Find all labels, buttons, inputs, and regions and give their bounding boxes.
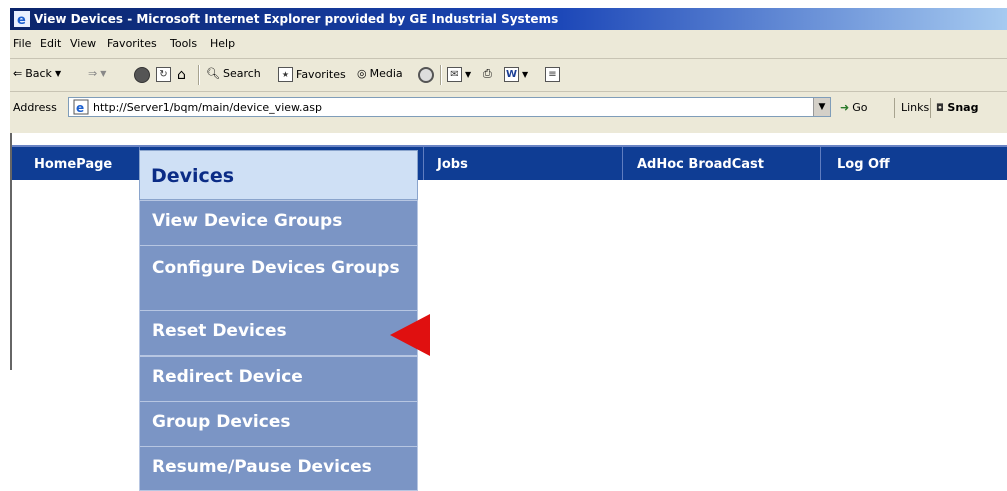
home-icon: ⌂ xyxy=(177,67,186,83)
print-icon: ⎙ xyxy=(483,67,492,80)
forward-button[interactable]: ⇒ ▼ xyxy=(88,67,106,80)
mail-button[interactable]: ✉ ▼ xyxy=(447,67,471,82)
snagit-icon: ◘ xyxy=(936,103,944,114)
address-input[interactable]: e http://Server1/bqm/main/device_view.as… xyxy=(68,97,831,117)
nav-log-off[interactable]: Log Off xyxy=(837,157,890,172)
stop-icon xyxy=(134,67,150,83)
search-label: Search xyxy=(222,67,261,80)
address-separator xyxy=(894,98,895,118)
mail-icon: ✉ xyxy=(447,67,462,82)
media-button[interactable]: ◎ Media xyxy=(357,67,403,80)
print-button[interactable]: ⎙ xyxy=(483,67,492,81)
red-pointer-arrow-icon xyxy=(390,314,430,356)
menu-help[interactable]: Help xyxy=(210,37,235,50)
links-button[interactable]: Links xyxy=(901,101,929,114)
go-label: Go xyxy=(852,101,868,114)
word-icon: W xyxy=(504,67,519,82)
svg-text:e: e xyxy=(76,101,84,115)
forward-dropdown-icon: ▼ xyxy=(100,69,107,78)
address-url: http://Server1/bqm/main/device_view.asp xyxy=(93,101,322,114)
toolbar-separator xyxy=(440,65,442,85)
favorites-button[interactable]: ★ Favorites xyxy=(278,67,346,82)
internet-explorer-icon: e xyxy=(14,11,30,27)
refresh-button[interactable]: ↻ xyxy=(156,67,171,82)
menu-bar: File Edit View Favorites Tools Help xyxy=(10,30,1007,59)
nav-divider xyxy=(423,147,424,180)
menu-item-view-device-groups[interactable]: View Device Groups xyxy=(139,200,418,246)
menu-item-group-devices[interactable]: Group Devices xyxy=(139,401,418,447)
favorites-label: Favorites xyxy=(296,68,346,81)
media-label: Media xyxy=(369,67,403,80)
menu-view[interactable]: View xyxy=(70,37,96,50)
history-button[interactable] xyxy=(418,67,434,83)
go-button[interactable]: ➜ Go xyxy=(840,101,867,114)
edit-word-button[interactable]: W ▼ xyxy=(504,67,528,82)
nav-jobs[interactable]: Jobs xyxy=(437,157,468,172)
menu-item-redirect-device[interactable]: Redirect Device xyxy=(139,356,418,402)
media-icon: ◎ xyxy=(357,67,367,80)
nav-homepage[interactable]: HomePage xyxy=(34,157,112,172)
snagit-button[interactable]: ◘ Snag xyxy=(936,101,978,114)
browser-chrome: File Edit View Favorites Tools Help ⇐ Ba… xyxy=(10,30,1007,133)
window-title: View Devices - Microsoft Internet Explor… xyxy=(34,12,559,26)
menu-tools[interactable]: Tools xyxy=(170,37,197,50)
nav-divider xyxy=(622,147,623,180)
favorites-icon: ★ xyxy=(278,67,293,82)
menu-item-reset-devices[interactable]: Reset Devices xyxy=(139,310,418,356)
svg-text:e: e xyxy=(17,13,26,27)
page-icon: e xyxy=(73,99,89,115)
go-arrow-icon: ➜ xyxy=(840,101,850,114)
menu-favorites[interactable]: Favorites xyxy=(107,37,157,50)
back-arrow-icon: ⇐ xyxy=(13,67,23,80)
menu-item-resume-pause-devices[interactable]: Resume/Pause Devices xyxy=(139,446,418,491)
menu-item-configure-devices-groups[interactable]: Configure Devices Groups xyxy=(139,245,418,311)
toolbar: ⇐ Back ▼ ⇒ ▼ ↻ ⌂ 🔍︎ Search ★ Favorites ◎… xyxy=(10,59,1007,92)
discuss-button[interactable]: ≡ xyxy=(545,67,560,82)
search-button[interactable]: 🔍︎ Search xyxy=(206,67,261,80)
snagit-label: Snag xyxy=(947,101,979,114)
back-dropdown-icon[interactable]: ▼ xyxy=(55,69,61,78)
toolbar-separator xyxy=(198,65,200,85)
menu-edit[interactable]: Edit xyxy=(40,37,61,50)
stop-button[interactable] xyxy=(134,67,150,83)
edit-dropdown-icon: ▼ xyxy=(522,70,529,79)
mail-dropdown-icon: ▼ xyxy=(465,70,472,79)
discuss-icon: ≡ xyxy=(545,67,560,82)
back-label: Back xyxy=(25,67,52,80)
window-title-bar: e View Devices - Microsoft Internet Expl… xyxy=(10,8,1007,30)
address-separator xyxy=(930,98,931,118)
nav-adhoc-broadcast[interactable]: AdHoc BroadCast xyxy=(637,157,764,172)
address-bar: Address e http://Server1/bqm/main/device… xyxy=(10,92,1007,122)
forward-arrow-icon: ⇒ xyxy=(88,67,98,80)
nav-divider xyxy=(820,147,821,180)
refresh-icon: ↻ xyxy=(156,67,171,82)
nav-devices[interactable]: Devices xyxy=(139,150,418,200)
history-icon xyxy=(418,67,434,83)
back-button[interactable]: ⇐ Back ▼ xyxy=(13,67,61,80)
home-button[interactable]: ⌂ xyxy=(177,67,186,83)
menu-file[interactable]: File xyxy=(13,37,31,50)
search-icon: 🔍︎ xyxy=(206,67,220,80)
address-dropdown-icon[interactable]: ▼ xyxy=(813,98,830,116)
address-label: Address xyxy=(13,101,57,114)
